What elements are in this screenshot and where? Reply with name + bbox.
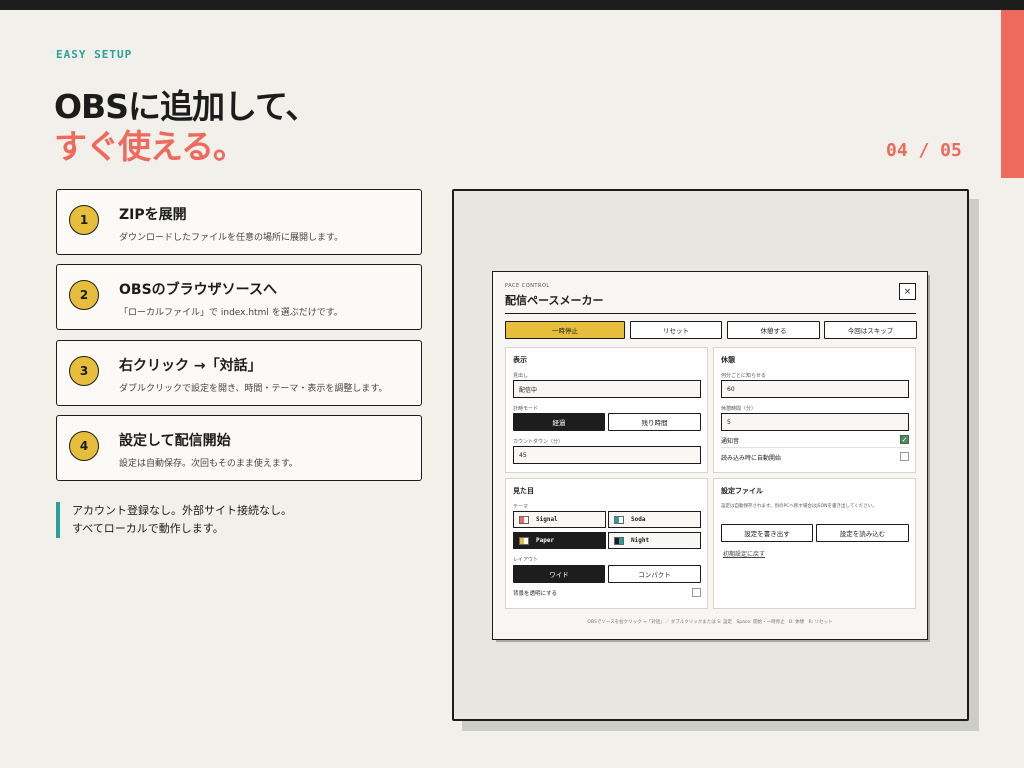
caption-input[interactable]: 配信中: [513, 380, 701, 398]
autostart-label: 読み込み時に自動開始: [721, 455, 782, 462]
card-heading: 設定ファイル: [721, 487, 763, 495]
countdown-label: カウントダウン（分）: [513, 439, 564, 445]
break-button[interactable]: 休憩する: [727, 321, 820, 339]
layout-wide-button[interactable]: ワイド: [513, 565, 605, 583]
interval-input[interactable]: 60: [721, 380, 909, 398]
layout-label: レイアウト: [513, 557, 539, 563]
card-heading: 表示: [513, 356, 527, 364]
theme-paper-button[interactable]: Paper: [513, 532, 606, 549]
step-number: 1: [69, 205, 99, 235]
note-line-2: すべてローカルで動作します。: [72, 522, 224, 535]
step-number: 4: [69, 431, 99, 461]
sound-checkbox[interactable]: ✓: [900, 435, 909, 444]
note-line-1: アカウント登録なし。外部サイト接続なし。: [72, 504, 292, 517]
duration-label: 休憩時間（分）: [721, 406, 757, 412]
privacy-note: アカウント登録なし。外部サイト接続なし。 すべてローカルで動作します。: [56, 502, 292, 538]
step-card-1: 1 ZIPを展開 ダウンロードしたファイルを任意の場所に展開します。: [56, 189, 422, 255]
transparent-checkbox[interactable]: [692, 588, 701, 597]
step-description: 「ローカルファイル」で index.html を選ぶだけです。: [119, 308, 343, 318]
reset-defaults-link[interactable]: 初期設定に戻す: [723, 549, 765, 558]
pause-button[interactable]: 一時停止: [505, 321, 625, 339]
theme-label: テーマ: [513, 504, 529, 510]
theme-signal-button[interactable]: Signal: [513, 511, 606, 528]
step-card-4: 4 設定して配信開始 設定は自動保存。次回もそのまま使えます。: [56, 415, 422, 481]
card-heading: 見た目: [513, 487, 534, 495]
step-card-2: 2 OBSのブラウザソースへ 「ローカルファイル」で index.html を選…: [56, 264, 422, 330]
swatch-icon: [519, 516, 529, 524]
theme-name: Paper: [536, 537, 555, 544]
countdown-input[interactable]: 45: [513, 446, 701, 464]
import-settings-button[interactable]: 設定を読み込む: [816, 524, 909, 542]
theme-name: Soda: [631, 516, 646, 523]
page-counter: 04 / 05: [886, 140, 962, 161]
caption-label: 見出し: [513, 373, 529, 379]
mode-label: 計時モード: [513, 406, 539, 412]
theme-soda-button[interactable]: Soda: [608, 511, 701, 528]
settings-file-card: 設定ファイル 設定は自動保存されます。別のPCへ移す場合はJSONを書き出してく…: [713, 478, 916, 609]
top-bar: [0, 0, 1024, 10]
theme-night-button[interactable]: Night: [608, 532, 701, 549]
layout-compact-button[interactable]: コンパクト: [608, 565, 701, 583]
settings-window: PACE CONTROL 配信ペースメーカー × 一時停止 リセット 休憩する …: [492, 271, 928, 640]
transparent-label: 背景を透明にする: [513, 591, 558, 597]
step-card-3: 3 右クリック →「対話」 ダブルクリックで設定を開き、時間・テーマ・表示を調整…: [56, 340, 422, 406]
appearance-card: 見た目 テーマ Signal Soda Paper Night レイアウト ワイ…: [505, 478, 708, 609]
mode-elapsed-button[interactable]: 経過: [513, 413, 605, 431]
swatch-icon: [614, 516, 624, 524]
step-number: 3: [69, 356, 99, 386]
rest-card: 休憩 何分ごとに知らせる 60 休憩時間（分） 5 通知音 ✓ 読み込み時に自動…: [713, 347, 916, 473]
step-title: OBSのブラウザソースへ: [119, 282, 277, 298]
page-title-line2: すぐ使える。: [54, 127, 246, 166]
divider: [721, 447, 909, 448]
sound-label: 通知音: [721, 438, 740, 445]
eyebrow: EASY SETUP: [56, 48, 133, 61]
step-title: ZIPを展開: [119, 207, 187, 223]
divider: [505, 313, 916, 314]
step-description: ダウンロードしたファイルを任意の場所に展開します。: [119, 233, 344, 243]
display-card: 表示 見出し 配信中 計時モード 経過 残り時間 カウントダウン（分） 45: [505, 347, 708, 473]
theme-name: Signal: [536, 516, 558, 523]
close-icon[interactable]: ×: [899, 283, 916, 300]
step-title: 設定して配信開始: [119, 433, 231, 449]
app-title: 配信ペースメーカー: [505, 294, 604, 307]
settings-file-description: 設定は自動保存されます。別のPCへ移す場合はJSONを書き出してください。: [721, 504, 877, 509]
theme-name: Night: [631, 537, 650, 544]
accent-bar: [1001, 10, 1024, 178]
app-eyebrow: PACE CONTROL: [505, 283, 550, 289]
step-description: ダブルクリックで設定を開き、時間・テーマ・表示を調整します。: [119, 384, 388, 394]
export-settings-button[interactable]: 設定を書き出す: [721, 524, 813, 542]
shortcut-hint: OBSでソースを右クリック →「対話」／ ダブルクリックまたは S: 設定 Sp…: [587, 620, 833, 625]
step-number: 2: [69, 280, 99, 310]
step-title: 右クリック →「対話」: [119, 358, 262, 374]
mode-remaining-button[interactable]: 残り時間: [608, 413, 701, 431]
interval-label: 何分ごとに知らせる: [721, 373, 766, 379]
autostart-checkbox[interactable]: [900, 452, 909, 461]
swatch-icon: [614, 537, 624, 545]
step-description: 設定は自動保存。次回もそのまま使えます。: [119, 459, 298, 469]
skip-button[interactable]: 今回はスキップ: [824, 321, 917, 339]
duration-input[interactable]: 5: [721, 413, 909, 431]
card-heading: 休憩: [721, 356, 735, 364]
reset-button[interactable]: リセット: [630, 321, 722, 339]
swatch-icon: [519, 537, 529, 545]
